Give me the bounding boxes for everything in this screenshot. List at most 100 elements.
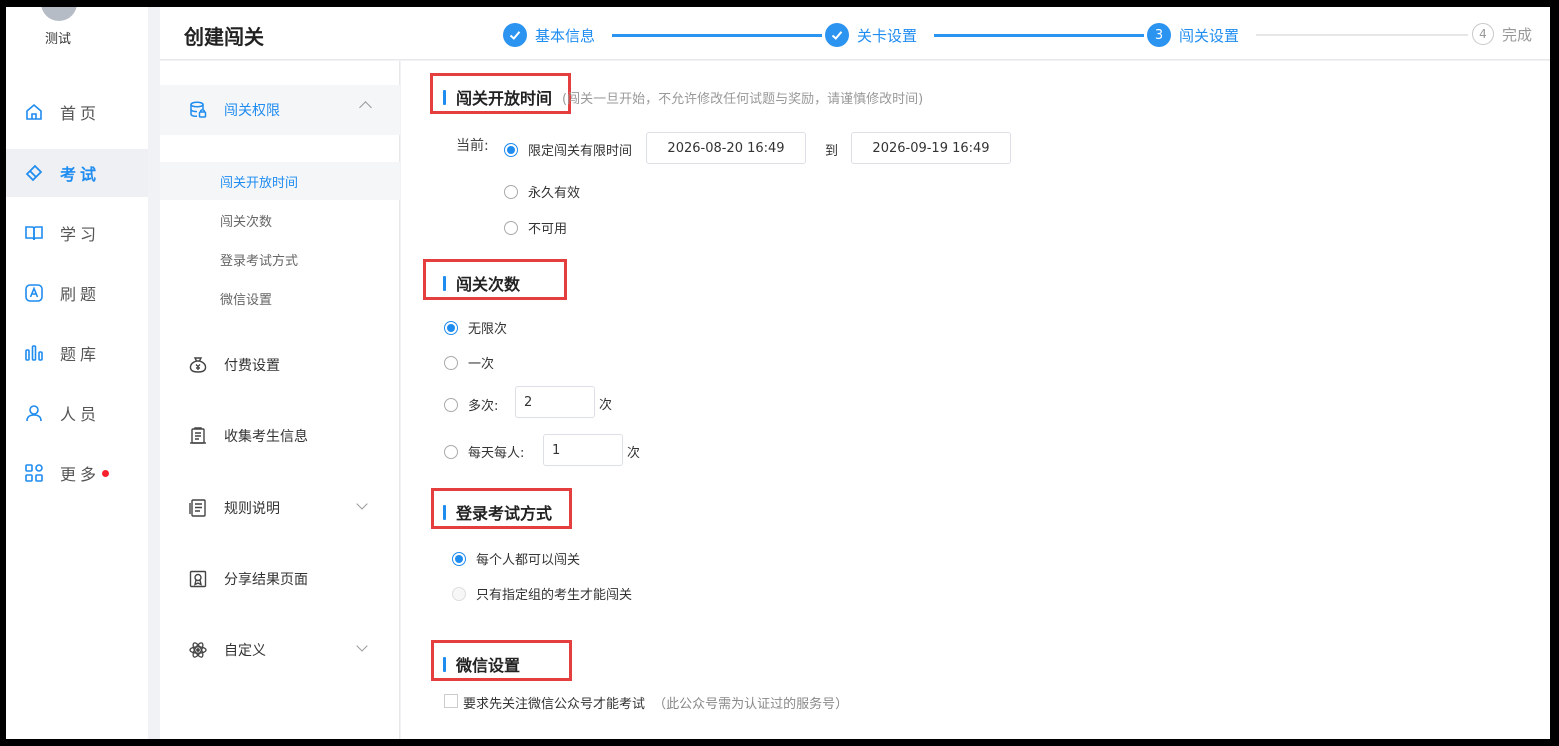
follow-wechat-checkbox[interactable] (444, 694, 458, 708)
step-challenge-settings[interactable]: 3 闯关设置 (1147, 23, 1239, 47)
letter-a-icon (24, 283, 44, 303)
book-icon (24, 223, 44, 243)
nav-study[interactable]: 学习 (6, 209, 148, 257)
chevron-down-icon (356, 640, 368, 652)
radio-once[interactable]: 一次 (444, 353, 494, 372)
nav-people[interactable]: 人员 (6, 389, 148, 437)
nav-label: 人员 (60, 405, 101, 424)
menu-label: 闯关次数 (220, 214, 273, 230)
eraser-icon (24, 163, 44, 183)
step-level-settings[interactable]: 关卡设置 (825, 23, 917, 47)
radio-unlimited[interactable]: 无限次 (444, 318, 507, 337)
radio-indicator (444, 397, 458, 412)
radio-everyone[interactable]: 每个人都可以闯关 (452, 549, 580, 568)
menu-open-time[interactable]: 闯关开放时间 (160, 162, 400, 200)
menu-group-permission[interactable]: 闯关权限 (160, 85, 400, 135)
radio-indicator (452, 586, 466, 601)
chevron-down-icon (356, 498, 368, 510)
section-bar (443, 504, 446, 520)
menu-custom[interactable]: 自定义 (160, 630, 400, 670)
step-number: 3 (1147, 23, 1171, 47)
nav-practice[interactable]: 刷题 (6, 269, 148, 317)
radio-label: 只有指定组的考生才能闯关 (476, 588, 633, 603)
radio-indicator (444, 355, 458, 370)
settings-menu: 闯关权限 闯关开放时间 闯关次数 登录考试方式 微信设置 付费设置 收集考生信息… (160, 61, 400, 739)
nav-home[interactable]: 首页 (6, 88, 148, 136)
daily-count-input[interactable]: 1 (543, 434, 623, 466)
checkbox-hint: （此公众号需为认证过的服务号） (653, 697, 849, 712)
menu-share-result[interactable]: 分享结果页面 (160, 559, 400, 599)
section-title: 登录考试方式 (456, 504, 553, 523)
menu-payment[interactable]: 付费设置 (160, 345, 400, 385)
menu-attempts[interactable]: 闯关次数 (160, 201, 400, 239)
current-label: 当前: (456, 138, 489, 154)
section-hint: (闯关一旦开始，不允许修改任何试题与奖励，请谨慎修改时间) (562, 91, 924, 107)
menu-label: 闯关开放时间 (220, 175, 299, 191)
checkbox-label: 要求先关注微信公众号才能考试 （此公众号需为认证过的服务号） (463, 693, 848, 712)
menu-label: 收集考生信息 (224, 429, 308, 445)
step-connector (612, 34, 822, 37)
certificate-icon (188, 569, 208, 589)
radio-indicator (452, 551, 466, 566)
menu-label: 付费设置 (224, 358, 280, 374)
nav-label: 考试 (60, 165, 101, 184)
menu-label: 自定义 (224, 643, 266, 659)
radio-label: 无限次 (468, 322, 508, 337)
menu-rules[interactable]: 规则说明 (160, 488, 400, 528)
section-bar (443, 275, 446, 291)
step-basic-info[interactable]: 基本信息 (503, 23, 595, 47)
radio-indicator (444, 320, 458, 335)
menu-wechat[interactable]: 微信设置 (160, 279, 400, 317)
radio-multiple[interactable]: 多次: (444, 395, 498, 414)
step-connector (1256, 34, 1468, 36)
nav-more[interactable]: 更多 (6, 449, 148, 497)
app-frame: 测试 首页 考试 学习 刷题 题库 人员 更多 创建闯关 基本信息 关卡设置 3… (6, 7, 1550, 739)
person-icon (24, 403, 44, 423)
multiple-count-input[interactable]: 2 (515, 386, 595, 418)
step-connector (934, 34, 1144, 37)
radio-indicator (504, 184, 518, 199)
radio-permanent[interactable]: 永久有效 (504, 182, 580, 201)
step-finish[interactable]: 4 完成 (1472, 23, 1532, 45)
radio-label: 不可用 (528, 222, 568, 237)
radio-label: 多次: (468, 399, 499, 414)
settings-content: 闯关开放时间 (闯关一旦开始，不允许修改任何试题与奖励，请谨慎修改时间) 当前:… (401, 61, 1550, 739)
nav-label: 学习 (60, 225, 101, 244)
nav-label: 刷题 (60, 285, 101, 304)
checkbox-text: 要求先关注微信公众号才能考试 (463, 697, 646, 712)
notification-dot (102, 469, 110, 477)
chevron-up-icon (359, 101, 372, 114)
nav-question-bank[interactable]: 题库 (6, 329, 148, 377)
clipboard-icon (188, 426, 208, 446)
section-bar (443, 656, 446, 672)
section-wechat: 微信设置 (443, 652, 520, 676)
end-time-input[interactable]: 2026-09-19 16:49 (851, 132, 1011, 164)
check-icon (825, 23, 849, 47)
section-bar (443, 89, 446, 105)
radio-label: 每天每人: (468, 446, 525, 461)
page-header: 创建闯关 基本信息 关卡设置 3 闯关设置 4 完成 (160, 7, 1550, 60)
section-title: 闯关次数 (456, 275, 521, 294)
left-nav: 测试 首页 考试 学习 刷题 题库 人员 更多 (6, 7, 148, 739)
section-attempts: 闯关次数 (443, 271, 520, 295)
step-label: 基本信息 (535, 26, 596, 45)
nav-exam[interactable]: 考试 (6, 149, 148, 197)
menu-login-method[interactable]: 登录考试方式 (160, 240, 400, 278)
step-label: 关卡设置 (857, 26, 918, 45)
radio-daily-per-person[interactable]: 每天每人: (444, 442, 524, 461)
menu-label: 分享结果页面 (224, 572, 308, 588)
document-icon (188, 498, 208, 518)
radio-limited-time[interactable]: 限定闯关有限时间 (504, 140, 632, 159)
section-login-method: 登录考试方式 (443, 500, 552, 524)
menu-collect-info[interactable]: 收集考生信息 (160, 416, 400, 456)
nav-label: 更多 (60, 465, 101, 484)
radio-unavailable[interactable]: 不可用 (504, 218, 567, 237)
start-time-input[interactable]: 2026-08-20 16:49 (646, 132, 806, 164)
menu-label: 规则说明 (224, 501, 280, 517)
section-open-time: 闯关开放时间 (闯关一旦开始，不允许修改任何试题与奖励，请谨慎修改时间) (443, 85, 923, 109)
atom-icon (188, 640, 208, 660)
avatar[interactable] (41, 7, 77, 21)
menu-group-label: 闯关权限 (224, 103, 280, 119)
radio-label: 永久有效 (528, 186, 581, 201)
radio-specified-group[interactable]: 只有指定组的考生才能闯关 (452, 584, 632, 603)
